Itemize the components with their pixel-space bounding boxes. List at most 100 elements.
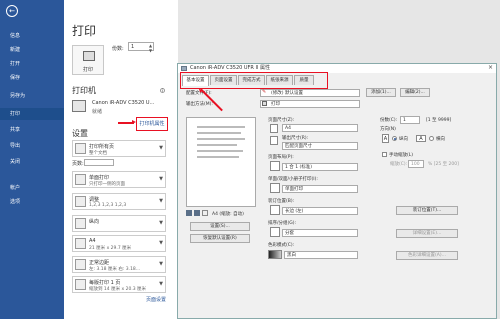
color-mode-label: 色彩模式(C):: [268, 243, 295, 248]
print-range-select[interactable]: 打印所有页 整个文档 ▼: [72, 140, 166, 157]
printer-properties-dialog: Canon iR-ADV C3520 UFR II 属性 × 基本设置 页面设置…: [177, 63, 497, 319]
page-view-icon[interactable]: [194, 210, 200, 216]
collate-select[interactable]: 调整 1,2,3 1,2,3 1,2,3 ▼: [72, 193, 166, 210]
add-profile-button[interactable]: 添加(1)...: [366, 88, 396, 97]
page-layout-select[interactable]: 1 合 1 (标准): [282, 163, 358, 171]
settings-view-button[interactable]: 设置(S)...: [190, 222, 250, 231]
option-line2: 21 厘米 x 29.7 厘米: [89, 246, 132, 251]
tabs-highlight: [180, 72, 328, 89]
one-sided-icon: [75, 174, 86, 185]
nav-options[interactable]: 选项: [0, 196, 64, 208]
chevron-down-icon: ▼: [159, 261, 163, 267]
portrait-label: 纵向: [399, 137, 408, 142]
chevron-down-icon: ▼: [159, 198, 163, 204]
paper-size-label: 页面尺寸(Z):: [268, 118, 295, 123]
chevron-down-icon: ▼: [159, 240, 163, 246]
landscape-page-icon: A: [416, 135, 426, 142]
pages-label: 页数:: [72, 161, 84, 167]
chevron-down-icon: ▼: [159, 220, 163, 226]
page-setup-link[interactable]: 页面设置: [146, 296, 166, 303]
pages-per-sheet-icon: [75, 279, 86, 290]
landscape-radio[interactable]: [429, 136, 434, 141]
scaling-input[interactable]: 100: [408, 160, 424, 168]
preview-caption: A4 (缩放: 自动): [212, 212, 244, 217]
option-line1: 调整: [89, 197, 100, 203]
option-line1: 正常边距: [89, 260, 110, 266]
print-button[interactable]: 打印: [72, 45, 104, 75]
collate-select[interactable]: 分套: [282, 229, 358, 237]
pages-per-sheet-select[interactable]: 每版打印 1 页 缩放到 14 厘米 x 20.3 厘米 ▼: [72, 276, 166, 293]
copies-label: 份数(C):: [380, 118, 398, 123]
option-line1: A4: [89, 238, 96, 244]
layout-icon: [270, 161, 280, 171]
margins-icon: [75, 259, 86, 270]
finishing-details-button[interactable]: 详细设置(E)...: [396, 229, 458, 238]
nav-account[interactable]: 帐户: [0, 182, 64, 194]
printer-select[interactable]: Canon iR-ADV C3520 U... 就绪: [72, 98, 164, 118]
portrait-radio[interactable]: [392, 136, 397, 141]
collate-label: 排序/分组(G):: [268, 221, 297, 226]
pages-icon: [75, 143, 86, 154]
scaling-label: 缩放(C):: [390, 162, 408, 167]
manual-scaling-label: 手动缩放(L): [389, 153, 414, 158]
printer-icon: [83, 51, 95, 61]
duplex-icon: [270, 183, 280, 193]
binding-select[interactable]: 长边 (左): [282, 207, 358, 215]
manual-scaling-checkbox[interactable]: [382, 152, 387, 157]
nav-save[interactable]: 保存: [0, 72, 64, 84]
orientation-select[interactable]: 纵向 ▼: [72, 215, 166, 232]
option-line1: 每版打印 1 页: [89, 280, 121, 286]
printer-small-icon: [181, 66, 187, 71]
profile-select[interactable]: (修改) 默认设置: [260, 89, 360, 97]
nav-close[interactable]: 关闭: [0, 156, 64, 168]
duplex-label: 单面/双面/小册子打印(I):: [268, 177, 318, 182]
color-mode-select[interactable]: 黑白: [284, 251, 358, 259]
page-size-icon: [270, 124, 278, 133]
dialog-close-icon[interactable]: ×: [488, 64, 493, 71]
printer-view-icon[interactable]: [186, 210, 192, 216]
paper-size-select[interactable]: A4: [282, 124, 358, 132]
copies-input[interactable]: 1: [400, 116, 420, 124]
duplex-select[interactable]: 单面打印 只打印一侧的页面 ▼: [72, 171, 166, 188]
portrait-page-icon: A: [382, 134, 389, 143]
output-method-label: 输出方法(M):: [186, 102, 213, 107]
nav-print[interactable]: 打印: [0, 108, 64, 120]
option-line2: 整个文档: [89, 151, 107, 156]
printer-status: 就绪: [92, 109, 103, 115]
nav-new[interactable]: 新建: [0, 44, 64, 56]
output-size-select[interactable]: 匹配页面尺寸: [282, 142, 358, 150]
output-size-label: 输出尺寸(R):: [282, 136, 309, 141]
nav-info[interactable]: 信息: [0, 30, 64, 42]
nav-export[interactable]: 导出: [0, 140, 64, 152]
nav-share[interactable]: 共享: [0, 124, 64, 136]
color-details-button[interactable]: 色彩详细设置(A)...: [396, 251, 458, 260]
landscape-label: 横向: [436, 137, 445, 142]
grayscale-icon: [268, 250, 282, 259]
nav-open[interactable]: 打开: [0, 58, 64, 70]
option-line1: 打印所有页: [89, 144, 115, 150]
duplex-select[interactable]: 单面打印: [282, 185, 358, 193]
page-title: 打印: [72, 24, 97, 38]
settings-view-icon[interactable]: [202, 210, 208, 216]
edit-profile-button[interactable]: 编辑(2)...: [400, 88, 430, 97]
output-method-select[interactable]: 打印: [260, 100, 360, 108]
collate-icon: [270, 227, 280, 237]
printer-properties-link[interactable]: 打印机属性: [136, 117, 168, 131]
paper-size-select[interactable]: A4 21 厘米 x 29.7 厘米 ▼: [72, 235, 166, 252]
annotation-arrow: [118, 120, 136, 124]
pages-input[interactable]: [84, 159, 114, 166]
stepper-icon[interactable]: ▲ ▼: [149, 43, 152, 53]
option-line2: 左: 3.18 厘米 右: 3.18...: [89, 267, 141, 272]
paper-icon: [75, 238, 86, 249]
info-icon[interactable]: i: [160, 88, 165, 93]
margins-select[interactable]: 正常边距 左: 3.18 厘米 右: 3.18... ▼: [72, 256, 166, 273]
backstage-sidebar: ← 信息 新建 打开 保存 另存为 打印 共享 导出 关闭 帐户 选项: [0, 0, 64, 319]
binding-position-button[interactable]: 装订位置(T)...: [396, 206, 458, 215]
copies-label: 份数:: [112, 46, 124, 52]
printer-device-icon: [72, 100, 86, 112]
nav-save-as[interactable]: 另存为: [0, 90, 64, 102]
chevron-down-icon: ▼: [159, 176, 163, 182]
restore-defaults-button[interactable]: 恢复默认设置(R): [190, 234, 250, 243]
page-layout-label: 页面布局(P):: [268, 155, 294, 160]
binding-label: 装订位置(B):: [268, 199, 295, 204]
